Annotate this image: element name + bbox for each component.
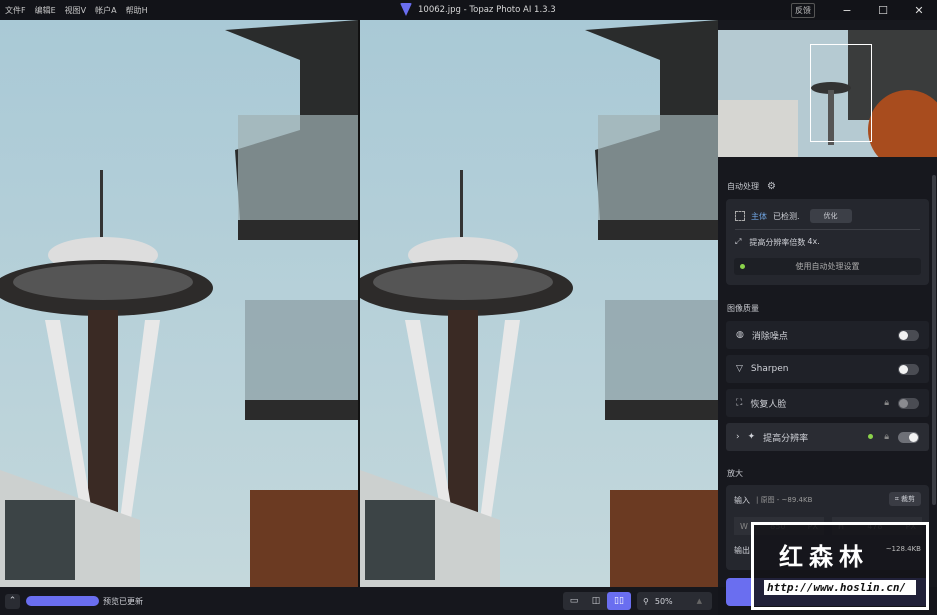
filter-denoise[interactable]: ◍ 消除噪点 [726,321,929,349]
original-image [0,20,358,587]
split-view-icon[interactable]: ◫ [585,592,607,610]
watermark-name: 红森林 [779,543,869,571]
processed-image [360,20,718,587]
maximize-button[interactable]: ☐ [865,4,901,17]
watermark-url: http://www.hoslin.cn/ [764,580,916,595]
single-view-icon[interactable]: ▭ [563,592,585,610]
watermark: 红森林 http://www.hoslin.cn/ [751,522,929,610]
zoom-icon: ⚲ [643,596,649,606]
filter-upscale[interactable]: › ✦ 提高分辨率 🔒︎ [726,423,929,451]
input-info: | 原图 - ~89.4KB [756,496,813,504]
feedback-button[interactable]: 反馈 [791,2,815,18]
filter-face-recovery[interactable]: ⛶ 恢复人脸 🔒︎ [726,389,929,417]
denoise-toggle[interactable] [898,329,919,341]
menu-help[interactable]: 帮助H [126,5,148,16]
chevron-right-icon[interactable]: › [736,432,740,442]
face-icon: ⛶ [736,398,743,408]
processed-preview[interactable] [360,20,718,587]
output-label: 输出 [734,546,750,555]
filter-label: 消除噪点 [751,331,788,342]
menu-bar: 文件F 编辑E 视图V 帐户A 帮助H [0,5,148,16]
panel-scrollbar[interactable] [932,175,936,505]
filter-label: Sharpen [750,364,789,374]
subject-detect-icon [735,211,745,221]
gear-icon[interactable]: ⚙ [767,181,776,192]
expand-arrows-icon: ⤢ [735,237,742,246]
output-size: ~128.4KB [885,545,921,553]
crop-label: 裁剪 [901,495,915,503]
input-label: 输入 [734,496,750,505]
zoom-control[interactable]: ⚲ 50% ▲ [637,592,712,610]
lock-icon: 🔒︎ [884,398,889,408]
minimize-button[interactable]: − [829,4,865,17]
crop-button[interactable]: ⌗ 裁剪 [888,492,921,506]
apply-auto-label: 使用自动处理设置 [795,262,860,271]
navigator[interactable] [718,30,937,157]
zoom-level: 50% [654,596,673,606]
menu-edit[interactable]: 编辑E [35,5,56,16]
sparkle-icon: ✦ [747,432,756,442]
active-dot-icon [868,434,873,439]
status-dot-icon [740,264,745,269]
subject-label[interactable]: 主体 [751,211,767,222]
bottom-bar: ⌃ 预览已更新 ▭ ◫ ▯▯ ⚲ 50% ▲ [0,587,718,615]
menu-view[interactable]: 视图V [65,5,86,16]
zoom-dropdown-icon[interactable]: ▲ [697,597,702,605]
lock-icon: 🔒︎ [884,432,889,442]
filter-label: 提高分辨率 [763,433,809,444]
app-logo-icon [400,3,412,16]
sharpen-toggle[interactable] [898,363,919,375]
navigator-viewport[interactable] [810,44,872,142]
auto-card: 主体 已检测. 优化 ⤢ 提高分辨率倍数 4x. 使用自动处理设置 [726,199,929,285]
close-button[interactable]: ✕ [901,4,937,17]
apply-auto-button[interactable]: 使用自动处理设置 [734,258,921,275]
face-toggle[interactable] [898,397,919,409]
upscale-text: 提高分辨率倍数 [749,238,806,247]
menu-account[interactable]: 帐户A [95,5,116,16]
upscale-toggle[interactable] [898,431,919,443]
quality-heading: 图像质量 [727,304,759,313]
subject-status: 已检测. [773,211,800,221]
chevron-up-button[interactable]: ⌃ [5,593,20,609]
upscale-heading: 放大 [727,469,743,478]
denoise-icon: ◍ [736,330,744,340]
title-bar: 文件F 编辑E 视图V 帐户A 帮助H 10062.jpg - Topaz Ph… [0,0,937,20]
upscale-factor: 4x. [807,237,820,246]
view-mode-group: ▭ ◫ ▯▯ [563,592,631,610]
width-label: W [740,521,748,531]
side-by-side-view-icon[interactable]: ▯▯ [607,592,631,610]
preview-status: 预览已更新 [103,596,143,606]
original-preview[interactable] [0,20,358,587]
sharpen-icon: ▽ [736,364,743,374]
auto-heading: 自动处理 [727,182,759,191]
filter-label: 恢复人脸 [750,399,787,410]
refine-button[interactable]: 优化 [809,209,852,223]
right-panel: 自动处理 ⚙ 主体 已检测. 优化 ⤢ 提高分辨率倍数 4x. 使用自动处理设置 图像… [718,20,937,606]
preview-progress-bar [26,596,99,606]
window-title: 10062.jpg - Topaz Photo AI 1.3.3 [418,4,556,15]
filter-sharpen[interactable]: ▽ Sharpen [726,355,929,383]
menu-file[interactable]: 文件F [5,5,26,16]
